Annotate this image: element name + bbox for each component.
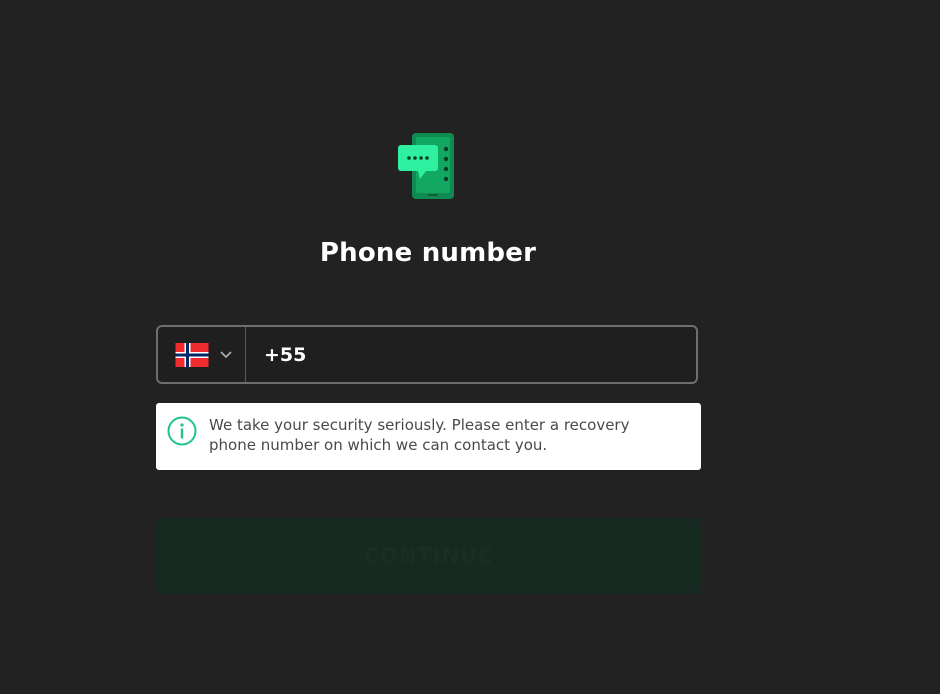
- phone-number-input[interactable]: [246, 327, 696, 382]
- chevron-down-icon: [220, 350, 232, 358]
- norway-flag-icon: [175, 342, 209, 367]
- phone-number-screen: Phone number We take your security serio…: [0, 0, 940, 694]
- page-title: Phone number: [319, 238, 537, 268]
- security-info-text: We take your security seriously. Please …: [209, 416, 630, 454]
- country-code-select[interactable]: [158, 327, 246, 382]
- phone-chat-icon: [398, 133, 454, 199]
- phone-number-field: [156, 325, 698, 384]
- continue-button[interactable]: CONTINUE: [156, 518, 701, 594]
- security-info-box: We take your security seriously. Please …: [156, 403, 701, 470]
- info-circle-icon: [167, 416, 197, 446]
